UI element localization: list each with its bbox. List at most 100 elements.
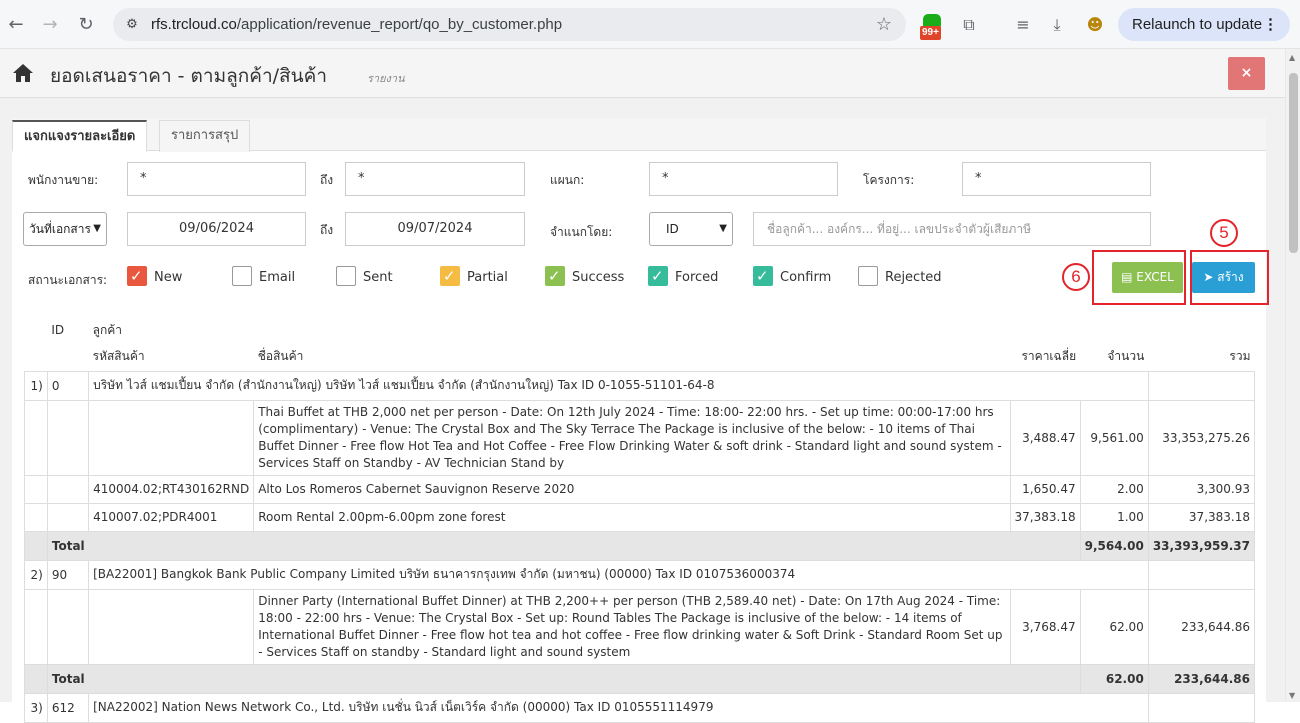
- report-table: ID ลูกค้า รหัสสินค้า ชื่อสินค้า ราคาเฉลี…: [24, 317, 1256, 723]
- status-label-forced[interactable]: Forced: [675, 270, 718, 285]
- extensions-puzzle-icon[interactable]: ⧉: [958, 14, 980, 36]
- download-icon[interactable]: ⤓: [1046, 14, 1068, 36]
- scroll-thumb[interactable]: [1289, 73, 1298, 253]
- status-label-email[interactable]: Email: [259, 270, 295, 285]
- item-row: 410004.02;RT430162RND Alto Los Romeros Ca…: [24, 474, 1256, 504]
- tab-detail[interactable]: แจกแจงรายละเอียด: [12, 120, 148, 152]
- salesperson-label: พนักงานขาย:: [28, 173, 99, 187]
- department-label: แผนก:: [550, 173, 585, 187]
- date-from-input[interactable]: 09/06/2024: [127, 212, 306, 246]
- tab-summary[interactable]: รายการสรุป: [159, 120, 251, 152]
- status-checkbox-forced[interactable]: ✓: [648, 266, 668, 286]
- date-to-input[interactable]: 09/07/2024: [345, 212, 525, 246]
- salesperson-from-input[interactable]: *: [127, 162, 306, 196]
- app-header: ยอดเสนอราคา - ตามลูกค้า/สินค้า รายงาน ×: [0, 49, 1285, 98]
- status-label-confirm[interactable]: Confirm: [780, 270, 831, 285]
- home-icon[interactable]: [12, 63, 34, 83]
- total-sum: 233,644.86: [1147, 663, 1256, 694]
- forward-icon[interactable]: →: [38, 12, 62, 36]
- check-icon: ✓: [130, 267, 143, 285]
- product-name: Dinner Party (International Buffet Dinne…: [253, 588, 1011, 665]
- product-code: [88, 588, 255, 665]
- total-label: Total: [46, 530, 1081, 561]
- customer-search-input[interactable]: ชื่อลูกค้า... องค์กร... ที่อยู่... เลขปร…: [753, 212, 1151, 246]
- avg-price: 1,650.47: [1009, 474, 1081, 504]
- relaunch-button[interactable]: Relaunch to update ⋮: [1118, 8, 1290, 41]
- to-label-2: ถึง: [320, 223, 334, 237]
- date-type-select[interactable]: วันที่เอกสาร ▼: [23, 212, 107, 246]
- classify-label: จำแนกโดย:: [550, 225, 613, 239]
- quantity: 9,561.00: [1079, 399, 1149, 476]
- more-menu-icon[interactable]: ⋮: [1263, 8, 1278, 41]
- scroll-up-icon[interactable]: ▲: [1289, 53, 1295, 62]
- scroll-down-icon[interactable]: ▼: [1289, 691, 1295, 700]
- status-checkbox-new[interactable]: ✓: [127, 266, 147, 286]
- reload-icon[interactable]: ↻: [74, 12, 98, 36]
- bookmark-star-icon[interactable]: ☆: [876, 14, 892, 35]
- avg-price: 3,768.47: [1009, 588, 1081, 665]
- item-row: Dinner Party (International Buffet Dinne…: [24, 588, 1256, 665]
- extension-chat-icon[interactable]: 99+: [920, 14, 946, 40]
- status-label-rejected[interactable]: Rejected: [885, 270, 942, 285]
- total-quantity: 9,564.00: [1079, 530, 1149, 561]
- status-label-new[interactable]: New: [154, 270, 182, 285]
- url-text[interactable]: rfs.trcloud.co/application/revenue_repor…: [151, 8, 562, 41]
- customer-row: 1) 0 บริษัท ไวส์ แชมเปี้ยน จำกัด (สำนักงาน…: [24, 370, 1256, 401]
- row-index: 3): [24, 692, 48, 723]
- create-label: สร้าง: [1217, 270, 1244, 284]
- chevron-down-icon: ▼: [93, 223, 101, 234]
- status-label-success[interactable]: Success: [572, 270, 624, 285]
- salesperson-to-input[interactable]: *: [345, 162, 525, 196]
- excel-export-button[interactable]: ▤ EXCEL: [1112, 262, 1183, 293]
- header-row-1: ID ลูกค้า: [25, 317, 1255, 343]
- status-label: สถานะเอกสาร:: [28, 273, 108, 287]
- create-report-button[interactable]: ➤ สร้าง: [1192, 262, 1255, 293]
- back-icon[interactable]: ←: [4, 12, 28, 36]
- status-checkbox-confirm[interactable]: ✓: [753, 266, 773, 286]
- site-info-icon[interactable]: ⚙: [123, 16, 141, 34]
- page-scrollbar[interactable]: ▲ ▼: [1285, 49, 1300, 702]
- address-bar[interactable]: ⚙ rfs.trcloud.co/application/revenue_rep…: [113, 8, 906, 41]
- paper-plane-icon: ➤: [1203, 270, 1218, 284]
- col-header-id: ID: [51, 323, 65, 337]
- group-total-row: Total 9,564.00 33,393,959.37: [24, 530, 1256, 561]
- check-icon: ✓: [443, 267, 456, 285]
- status-label-sent[interactable]: Sent: [363, 270, 393, 285]
- status-label-partial[interactable]: Partial: [467, 270, 508, 285]
- product-code: 410007.02;PDR4001: [88, 502, 255, 532]
- row-index: 1): [24, 370, 48, 401]
- customer-id: 0: [46, 370, 90, 401]
- customer-row: 3) 612 [NA22002] Nation News Network Co., …: [24, 692, 1256, 723]
- project-input[interactable]: *: [962, 162, 1151, 196]
- department-input[interactable]: *: [649, 162, 838, 196]
- quantity: 2.00: [1079, 474, 1149, 504]
- to-label: ถึง: [320, 173, 334, 187]
- status-checkbox-success[interactable]: ✓: [545, 266, 565, 286]
- status-checkbox-sent[interactable]: [336, 266, 356, 286]
- project-label: โครงการ:: [863, 173, 915, 187]
- total-sum: 33,393,959.37: [1147, 530, 1256, 561]
- status-checkbox-rejected[interactable]: [858, 266, 878, 286]
- avg-price: 37,383.18: [1009, 502, 1081, 532]
- item-row: Thai Buffet at THB 2,000 net per person …: [24, 399, 1256, 476]
- product-code: 410004.02;RT430162RND: [88, 474, 255, 504]
- product-name: Alto Los Romeros Cabernet Sauvignon Rese…: [253, 474, 1011, 504]
- customer-name: [BA22001] Bangkok Bank Public Company Li…: [88, 559, 1149, 590]
- quantity: 62.00: [1079, 588, 1149, 665]
- page-subtitle: รายงาน: [367, 72, 405, 85]
- excel-label: EXCEL: [1136, 270, 1174, 284]
- product-code: [88, 399, 255, 476]
- customer-row: 2) 90 [BA22001] Bangkok Bank Public Compan…: [24, 559, 1256, 590]
- status-checkbox-email[interactable]: [232, 266, 252, 286]
- status-checkbox-partial[interactable]: ✓: [440, 266, 460, 286]
- classify-value: ID: [666, 222, 679, 236]
- classify-select[interactable]: ID ▼: [649, 212, 733, 246]
- product-name: Room Rental 2.00pm-6.00pm zone forest: [253, 502, 1011, 532]
- col-header-code: รหัสสินค้า: [88, 343, 254, 372]
- row-index: 2): [24, 559, 48, 590]
- customer-id: 90: [46, 559, 90, 590]
- profile-avatar-icon[interactable]: ☻: [1084, 14, 1106, 36]
- media-queue-icon[interactable]: ≡: [1012, 14, 1034, 36]
- col-header-avg: ราคาเฉลี่ย: [1010, 343, 1081, 372]
- close-button[interactable]: ×: [1228, 57, 1265, 90]
